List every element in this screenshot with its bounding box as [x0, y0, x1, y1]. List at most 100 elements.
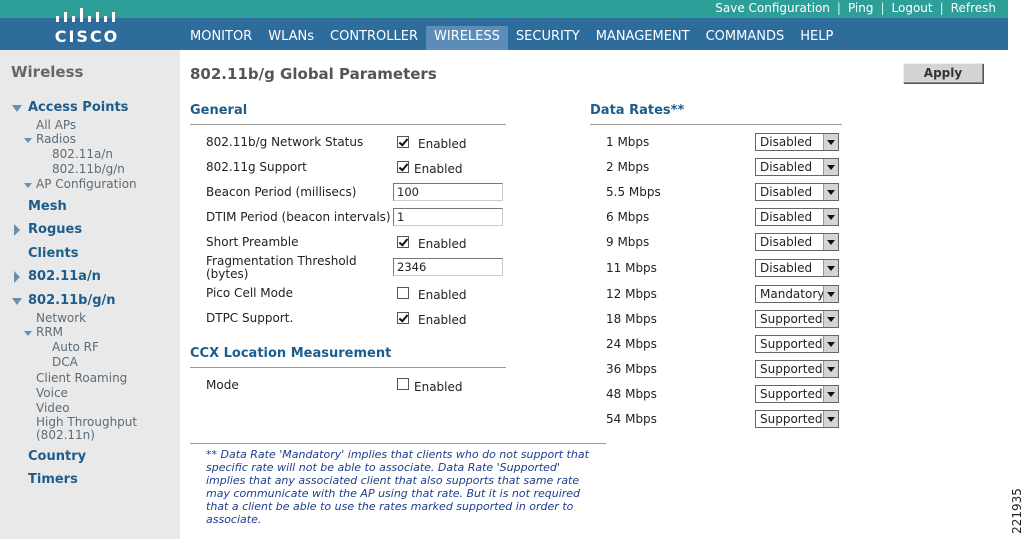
save-configuration-link[interactable]: Save Configuration [711, 1, 834, 15]
chevron-down-icon[interactable] [823, 209, 838, 225]
rate-select[interactable]: Disabled [755, 183, 839, 201]
logout-link[interactable]: Logout [888, 1, 937, 15]
beacon-period-label: Beacon Period (millisecs) [206, 185, 357, 199]
rate-select[interactable]: Supported [755, 335, 839, 353]
sidebar-item-timers[interactable]: Timers [28, 472, 78, 487]
dtim-period-label: DTIM Period (beacon intervals) [206, 210, 391, 224]
ccx-section-title: CCX Location Measurement [190, 346, 392, 361]
sidebar-item-high-throughput-sub[interactable]: (802.11n) [36, 428, 95, 442]
nav-help[interactable]: HELP [792, 26, 841, 50]
collapsed-icon[interactable] [14, 271, 20, 283]
chevron-down-icon[interactable] [823, 286, 838, 302]
rate-select-value: Supported [760, 362, 823, 376]
rate-label: 18 Mbps [606, 312, 657, 326]
rate-select[interactable]: Disabled [755, 208, 839, 226]
rate-select[interactable]: Supported [755, 385, 839, 403]
sidebar-item-network[interactable]: Network [36, 311, 86, 325]
nav-wireless[interactable]: WIRELESS [426, 26, 508, 50]
g-support-checkbox[interactable] [397, 161, 409, 173]
rate-label: 48 Mbps [606, 387, 657, 401]
nav-commands[interactable]: COMMANDS [698, 26, 793, 50]
nav-wlans[interactable]: WLANs [260, 26, 322, 50]
sidebar-item-auto-rf[interactable]: Auto RF [52, 340, 99, 354]
chevron-down-icon[interactable] [823, 361, 838, 377]
pico-cell-checkbox[interactable] [397, 287, 409, 299]
sidebar-item-client-roaming[interactable]: Client Roaming [36, 371, 127, 385]
rate-label: 24 Mbps [606, 337, 657, 351]
rate-label: 11 Mbps [606, 261, 657, 275]
sidebar-item-ap-configuration[interactable]: AP Configuration [36, 177, 137, 191]
chevron-down-icon[interactable] [823, 260, 838, 276]
rate-label: 1 Mbps [606, 135, 650, 149]
sidebar-item-all-aps[interactable]: All APs [36, 118, 76, 132]
ping-link[interactable]: Ping [844, 1, 878, 15]
sidebar-item-clients[interactable]: Clients [28, 246, 78, 261]
beacon-period-input[interactable]: 100 [393, 183, 503, 201]
sidebar-item-802-11bg[interactable]: 802.11b/g/n [28, 293, 116, 308]
sidebar-item-radio-a[interactable]: 802.11a/n [52, 147, 113, 161]
nav-controller[interactable]: CONTROLLER [322, 26, 426, 50]
footnote-divider [190, 443, 606, 444]
frag-threshold-label: Fragmentation Threshold [206, 254, 357, 268]
chevron-down-icon[interactable] [823, 159, 838, 175]
nav-security[interactable]: SECURITY [508, 26, 588, 50]
sidebar-item-voice[interactable]: Voice [36, 386, 68, 400]
footnote-line: associate. [206, 513, 262, 526]
expanded-icon[interactable] [24, 138, 32, 143]
sidebar-item-802-11a[interactable]: 802.11a/n [28, 269, 101, 284]
sidebar-item-rrm[interactable]: RRM [36, 325, 63, 339]
apply-button[interactable]: Apply [903, 63, 983, 83]
expanded-icon[interactable] [12, 105, 22, 112]
chevron-down-icon[interactable] [823, 411, 838, 427]
dtpc-checkbox[interactable] [397, 312, 409, 324]
rate-label: 54 Mbps [606, 412, 657, 426]
sidebar-item-dca[interactable]: DCA [52, 355, 78, 369]
network-status-checkbox[interactable] [397, 136, 409, 148]
expanded-icon[interactable] [12, 298, 22, 305]
sidebar-item-access-points[interactable]: Access Points [28, 100, 128, 115]
logo-wordmark: CISCO [54, 27, 120, 46]
chevron-down-icon[interactable] [823, 386, 838, 402]
sidebar-item-radios[interactable]: Radios [36, 132, 76, 146]
short-preamble-checkbox[interactable] [397, 236, 409, 248]
page-title: 802.11b/g Global Parameters [190, 65, 437, 83]
sidebar-item-high-throughput[interactable]: High Throughput [36, 415, 137, 429]
refresh-link[interactable]: Refresh [947, 1, 1000, 15]
rate-select[interactable]: Supported [755, 310, 839, 328]
sidebar-item-video[interactable]: Video [36, 401, 70, 415]
general-section-title: General [190, 103, 248, 118]
enabled-label: Enabled [418, 313, 467, 327]
rate-select[interactable]: Mandatory [755, 285, 839, 303]
sidebar-item-mesh[interactable]: Mesh [28, 199, 67, 214]
rate-select[interactable]: Disabled [755, 133, 839, 151]
footnote-line: may communicate with the AP using that r… [206, 487, 581, 500]
nav-monitor[interactable]: MONITOR [182, 26, 260, 50]
pico-cell-label: Pico Cell Mode [206, 286, 293, 300]
expanded-icon[interactable] [24, 331, 32, 336]
chevron-down-icon[interactable] [823, 336, 838, 352]
collapsed-icon[interactable] [14, 224, 20, 236]
sidebar-item-radio-bg[interactable]: 802.11b/g/n [52, 162, 125, 176]
chevron-down-icon[interactable] [823, 234, 838, 250]
rate-select[interactable]: Supported [755, 410, 839, 428]
sidebar-item-country[interactable]: Country [28, 449, 86, 464]
nav-management[interactable]: MANAGEMENT [588, 26, 698, 50]
sidebar-item-rogues[interactable]: Rogues [28, 222, 82, 237]
chevron-down-icon[interactable] [823, 311, 838, 327]
dtpc-label: DTPC Support. [206, 311, 294, 325]
rate-select-value: Supported [760, 337, 823, 351]
frag-threshold-input[interactable]: 2346 [393, 258, 503, 276]
rate-label: 5.5 Mbps [606, 185, 661, 199]
ccx-mode-label: Mode [206, 378, 239, 392]
chevron-down-icon[interactable] [823, 184, 838, 200]
rate-label: 6 Mbps [606, 210, 650, 224]
rate-select[interactable]: Supported [755, 360, 839, 378]
rate-select[interactable]: Disabled [755, 158, 839, 176]
dtim-period-input[interactable]: 1 [393, 208, 503, 226]
enabled-label: Enabled [418, 237, 467, 251]
rate-select[interactable]: Disabled [755, 259, 839, 277]
expanded-icon[interactable] [24, 183, 32, 188]
chevron-down-icon[interactable] [823, 134, 838, 150]
ccx-mode-checkbox[interactable] [397, 378, 409, 390]
rate-select[interactable]: Disabled [755, 233, 839, 251]
